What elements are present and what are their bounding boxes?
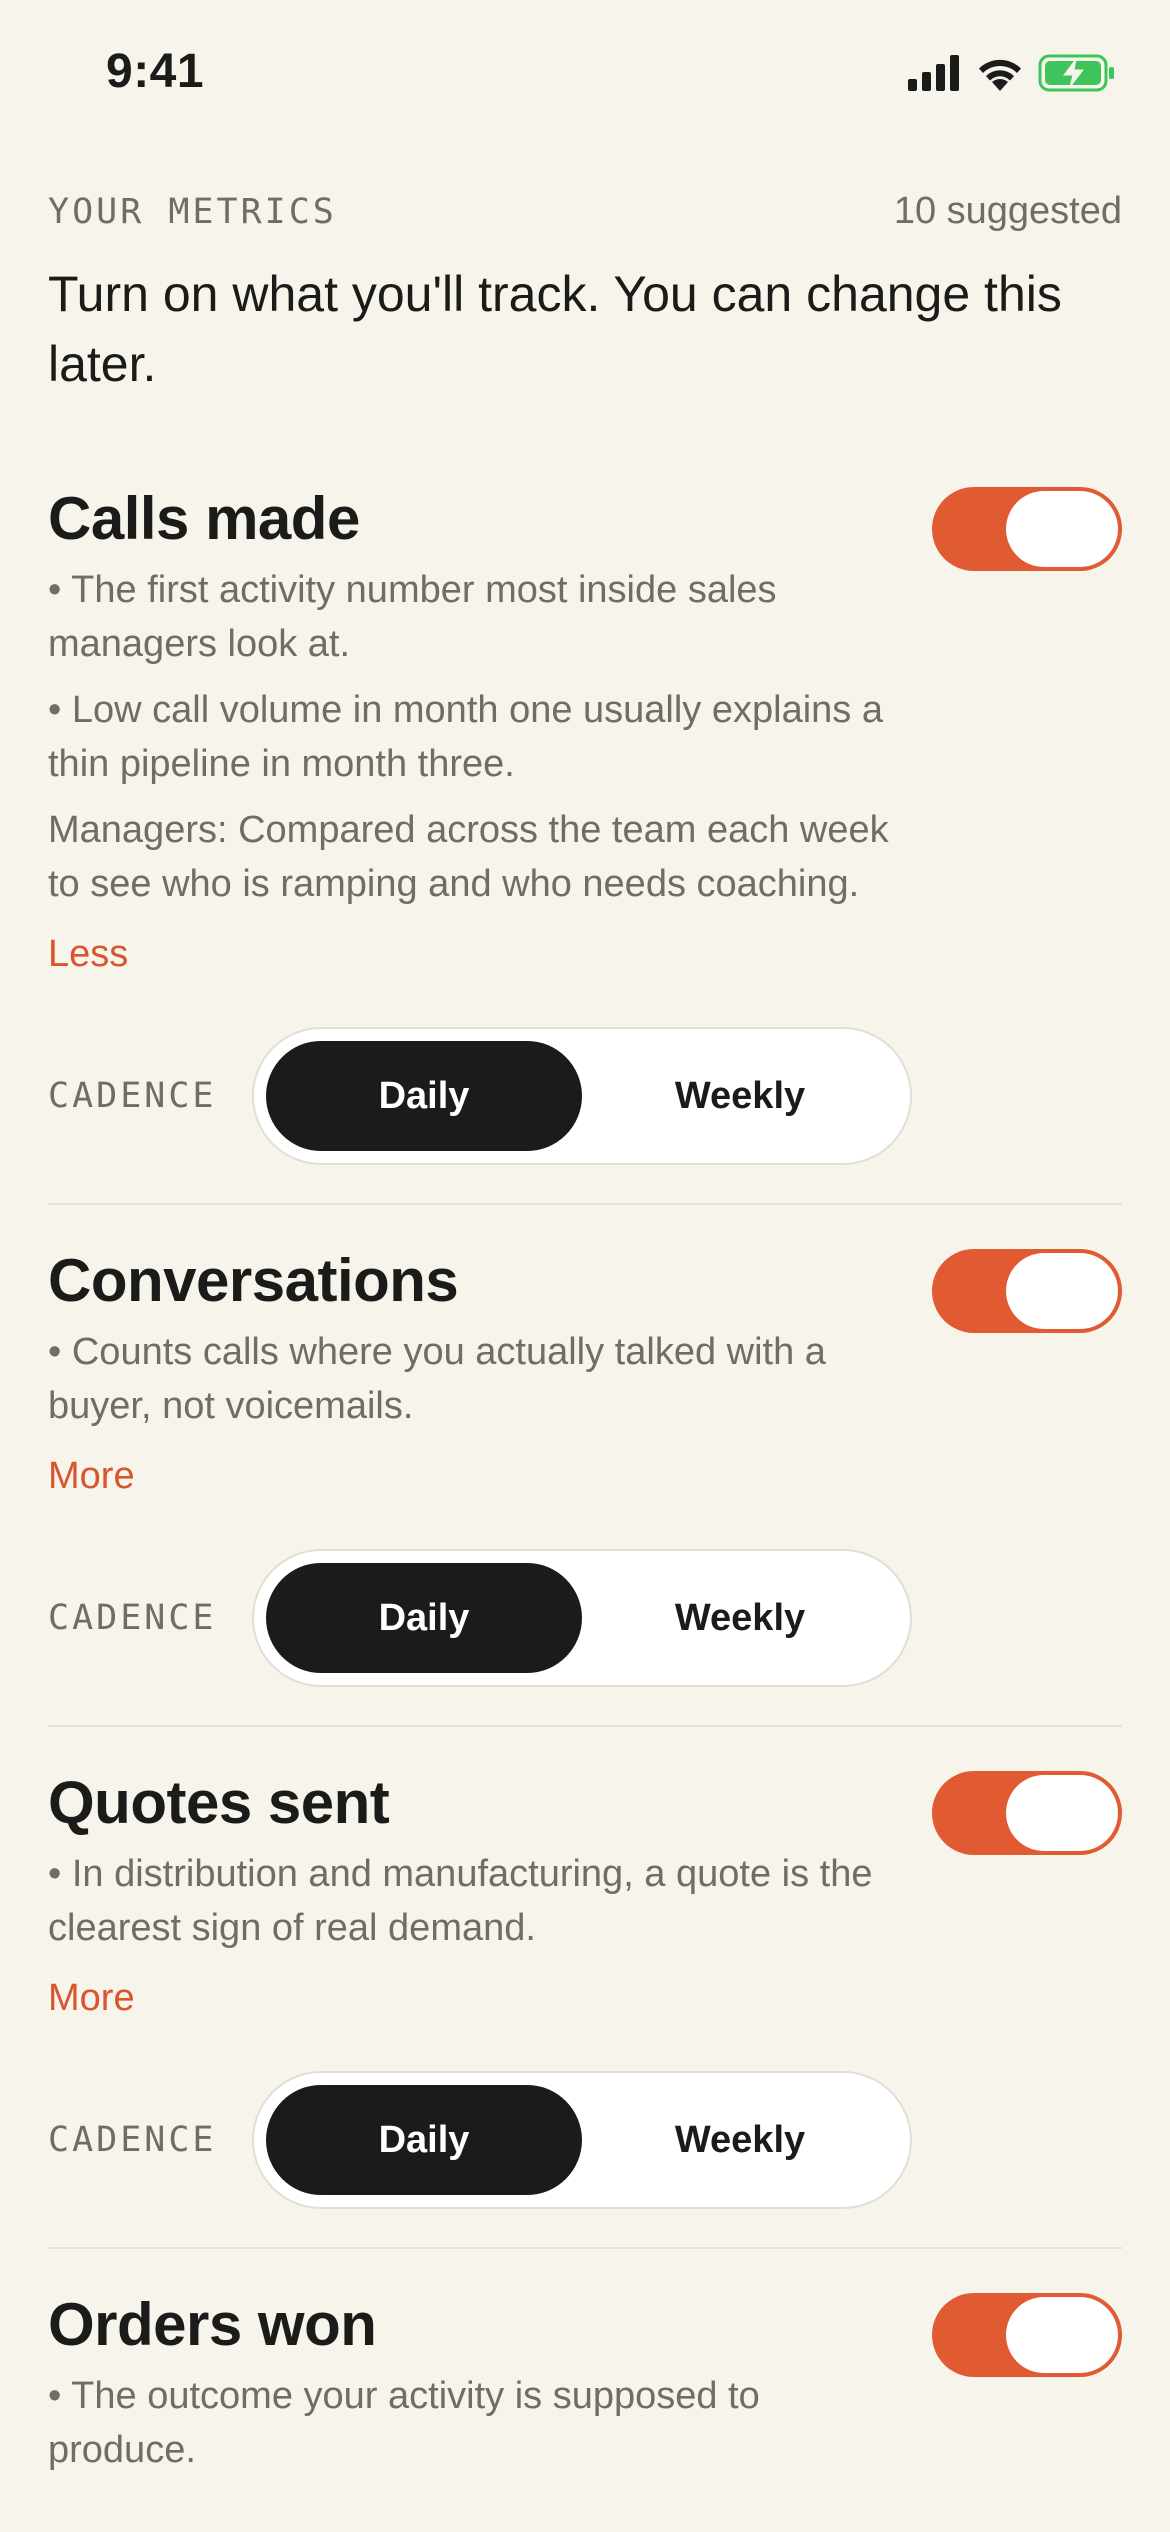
metric-description: • The first activity number most inside … [48, 563, 898, 911]
metric-description: • In distribution and manufacturing, a q… [48, 1847, 898, 1955]
more-link[interactable]: More [48, 1971, 135, 2025]
cadence-row: CADENCE Daily Weekly [48, 1027, 1122, 1165]
cadence-segmented-control: Daily Weekly [252, 1549, 912, 1687]
metric-card-orders-won: Orders won • The outcome your activity i… [48, 2249, 1122, 2477]
toggle-knob [1006, 1775, 1118, 1851]
intro-text: Turn on what you'll track. You can chang… [48, 266, 1062, 392]
metric-description: • The outcome your activity is supposed … [48, 2369, 898, 2477]
metric-bullet: • In distribution and manufacturing, a q… [48, 1853, 873, 1949]
metric-card-calls-made: Calls made • The first activity number m… [48, 479, 1122, 1205]
cadence-row: CADENCE Daily Weekly [48, 1549, 1122, 1687]
battery-charging-icon [1038, 54, 1114, 92]
metric-card-quotes-sent: Quotes sent • In distribution and manufa… [48, 1727, 1122, 2249]
toggle-knob [1006, 491, 1118, 567]
cadence-label: CADENCE [48, 1598, 217, 1638]
cadence-weekly-option[interactable]: Weekly [582, 1041, 898, 1151]
status-bar: 9:41 [0, 0, 1170, 150]
cadence-segmented-control: Daily Weekly [252, 1027, 912, 1165]
section-label: YOUR METRICS [48, 192, 337, 232]
cadence-weekly-option[interactable]: Weekly [582, 2085, 898, 2195]
metric-manager-note: Managers: Compared across the team each … [48, 809, 889, 905]
metric-card-conversations: Conversations • Counts calls where you a… [48, 1205, 1122, 1727]
metric-toggle[interactable] [932, 1771, 1122, 1855]
cadence-daily-option[interactable]: Daily [266, 2085, 582, 2195]
toggle-knob [1006, 1253, 1118, 1329]
metric-bullet: • Low call volume in month one usually e… [48, 689, 883, 785]
cadence-weekly-option[interactable]: Weekly [582, 1563, 898, 1673]
status-icons [908, 54, 1116, 92]
metric-toggle[interactable] [932, 2293, 1122, 2377]
metric-bullet: • The first activity number most inside … [48, 569, 777, 665]
cadence-segmented-control: Daily Weekly [252, 2071, 912, 2209]
cadence-daily-option[interactable]: Daily [266, 1563, 582, 1673]
toggle-knob [1006, 2297, 1118, 2373]
metric-toggle[interactable] [932, 487, 1122, 571]
cadence-label: CADENCE [48, 2120, 217, 2160]
cellular-signal-icon [908, 55, 959, 91]
metric-bullet: • Counts calls where you actually talked… [48, 1331, 826, 1427]
wifi-icon [979, 59, 1021, 91]
metric-description: • Counts calls where you actually talked… [48, 1325, 898, 1433]
cadence-row: CADENCE Daily Weekly [48, 2071, 1122, 2209]
cadence-daily-option[interactable]: Daily [266, 1041, 582, 1151]
metrics-header: YOUR METRICS 10 suggested [48, 190, 1122, 233]
less-link[interactable]: Less [48, 927, 128, 981]
suggested-count: 10 suggested [893, 190, 1122, 232]
status-time: 9:41 [106, 45, 205, 98]
more-link[interactable]: More [48, 1449, 135, 1503]
metric-toggle[interactable] [932, 1249, 1122, 1333]
cadence-label: CADENCE [48, 1076, 217, 1116]
metric-bullet: • The outcome your activity is supposed … [48, 2375, 760, 2471]
metrics-screen: YOUR METRICS 10 suggested Turn on what y… [48, 190, 1122, 2489]
